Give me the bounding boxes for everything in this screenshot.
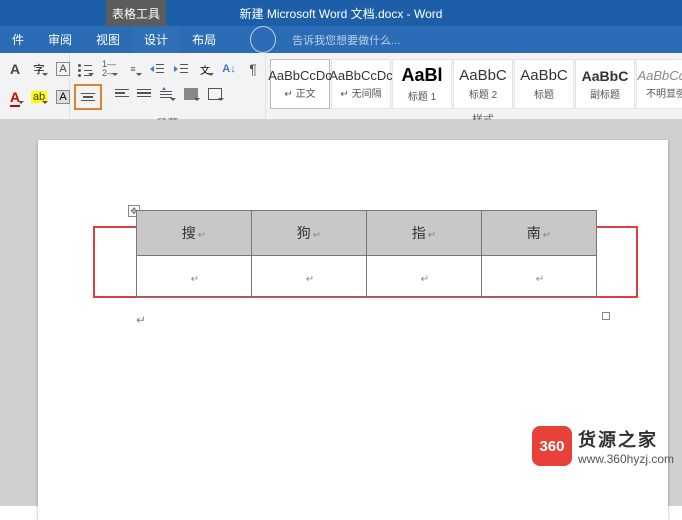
align-left-button[interactable] (112, 84, 132, 102)
table-cell[interactable]: 狗↵ (252, 211, 367, 256)
style-gallery: AaBbCcDc↵ 正文 AaBbCcDc↵ 无间隔 AaBl标题 1 AaBb… (270, 59, 682, 109)
highlight-button[interactable]: ab (28, 87, 50, 107)
table-row[interactable]: 搜↵ 狗↵ 指↵ 南↵ (137, 211, 597, 256)
text-direction-button[interactable]: 文 (194, 59, 216, 79)
return-mark-icon: ↵ (313, 230, 321, 241)
font-color-icon: A (10, 89, 20, 105)
return-mark-icon: ↵ (421, 274, 429, 285)
char-shading-icon: A (56, 90, 69, 104)
table-row[interactable]: ↵ ↵ ↵ ↵ (137, 256, 597, 298)
table-cell[interactable]: 南↵ (482, 211, 597, 256)
font-group: A 字 A A ab A (0, 53, 70, 119)
tab-review[interactable]: 审阅 (36, 26, 84, 53)
table-cell[interactable]: 指↵ (367, 211, 482, 256)
multilevel-icon: ≡ (130, 65, 135, 74)
bullets-button[interactable] (74, 59, 96, 79)
highlight-icon: ab (31, 91, 47, 103)
increase-indent-button[interactable] (170, 59, 192, 79)
clear-format-button[interactable]: A (4, 59, 26, 79)
watermark: 360 货源之家 www.360hyzj.com (532, 426, 674, 466)
return-mark-icon: ↵ (428, 230, 436, 241)
menu-bar: 件 审阅 视图 设计 布局 告诉我您想要做什么... (0, 26, 682, 53)
tab-file[interactable]: 件 (0, 26, 36, 53)
tell-me-search[interactable]: 告诉我您想要做什么... (238, 26, 424, 53)
style-normal[interactable]: AaBbCcDc↵ 正文 (270, 59, 330, 109)
line-spacing-button[interactable] (156, 84, 178, 104)
table-cell[interactable]: ↵ (482, 256, 597, 298)
bullets-icon (78, 62, 92, 76)
align-justify-button[interactable] (134, 84, 154, 102)
table-cell[interactable]: 搜↵ (137, 211, 252, 256)
eraser-icon: A (10, 61, 20, 77)
decrease-indent-icon (150, 62, 164, 76)
numbering-icon: 1—2— (102, 60, 116, 78)
tab-design[interactable]: 设计 (132, 26, 180, 53)
decrease-indent-button[interactable] (146, 59, 168, 79)
borders-button[interactable] (204, 84, 226, 104)
shading-icon (184, 88, 198, 100)
paragraph-mark: ↵ (136, 313, 146, 327)
return-mark-icon: ↵ (198, 230, 206, 241)
table-cell[interactable]: ↵ (252, 256, 367, 298)
return-mark-icon: ↵ (191, 274, 199, 285)
phonetic-button[interactable]: 字 (28, 59, 50, 79)
style-no-spacing[interactable]: AaBbCcDc↵ 无间隔 (331, 59, 391, 109)
table-tools-tab[interactable]: 表格工具 (106, 0, 166, 26)
char-border-button[interactable]: A (52, 59, 74, 79)
style-subtitle[interactable]: AaBbC副标题 (575, 59, 635, 109)
numbering-button[interactable]: 1—2— (98, 59, 120, 79)
paragraph-mark-icon: ¶ (249, 61, 257, 77)
tab-view[interactable]: 视图 (84, 26, 132, 53)
char-shading-button[interactable]: A (52, 87, 74, 107)
tab-layout[interactable]: 布局 (180, 26, 228, 53)
document-title: 新建 Microsoft Word 文档.docx - Word (240, 5, 443, 22)
document-table[interactable]: 搜↵ 狗↵ 指↵ 南↵ ↵ ↵ ↵ ↵ (136, 210, 597, 298)
return-mark-icon: ↵ (543, 230, 551, 241)
style-title[interactable]: AaBbC标题 (514, 59, 574, 109)
table-resize-handle[interactable] (602, 312, 610, 320)
sort-icon: A↓ (222, 63, 235, 75)
title-bar: 表格工具 新建 Microsoft Word 文档.docx - Word (0, 0, 682, 26)
return-mark-icon: ↵ (306, 274, 314, 285)
text-direction-icon: 文 (200, 62, 210, 77)
ribbon: A 字 A A ab A 1—2— ≡ 文 A↓ ¶ (0, 53, 682, 120)
watermark-url: www.360hyzj.com (578, 452, 674, 466)
center-align-highlight (74, 84, 102, 110)
borders-icon (208, 88, 222, 100)
font-color-button[interactable]: A (4, 87, 26, 107)
align-center-button[interactable] (78, 88, 98, 106)
increase-indent-icon (174, 62, 188, 76)
multilevel-button[interactable]: ≡ (122, 59, 144, 79)
watermark-badge: 360 (532, 426, 572, 466)
return-mark-icon: ↵ (536, 274, 544, 285)
style-heading1[interactable]: AaBl标题 1 (392, 59, 452, 109)
sort-button[interactable]: A↓ (218, 59, 240, 79)
char-border-icon: A (56, 62, 69, 76)
style-emphasis[interactable]: AaBbCcD不明显强 (636, 59, 682, 109)
show-marks-button[interactable]: ¶ (242, 59, 264, 79)
table-cell[interactable]: ↵ (367, 256, 482, 298)
styles-group: AaBbCcDc↵ 正文 AaBbCcDc↵ 无间隔 AaBl标题 1 AaBb… (266, 53, 682, 119)
table-cell[interactable]: ↵ (137, 256, 252, 298)
bulb-icon (250, 26, 276, 53)
watermark-title: 货源之家 (578, 426, 674, 452)
phonetic-icon: 字 (34, 61, 45, 77)
shading-button[interactable] (180, 84, 202, 104)
paragraph-group: 1—2— ≡ 文 A↓ ¶ 段落 (70, 53, 266, 119)
style-heading2[interactable]: AaBbC标题 2 (453, 59, 513, 109)
line-spacing-icon (160, 87, 174, 101)
